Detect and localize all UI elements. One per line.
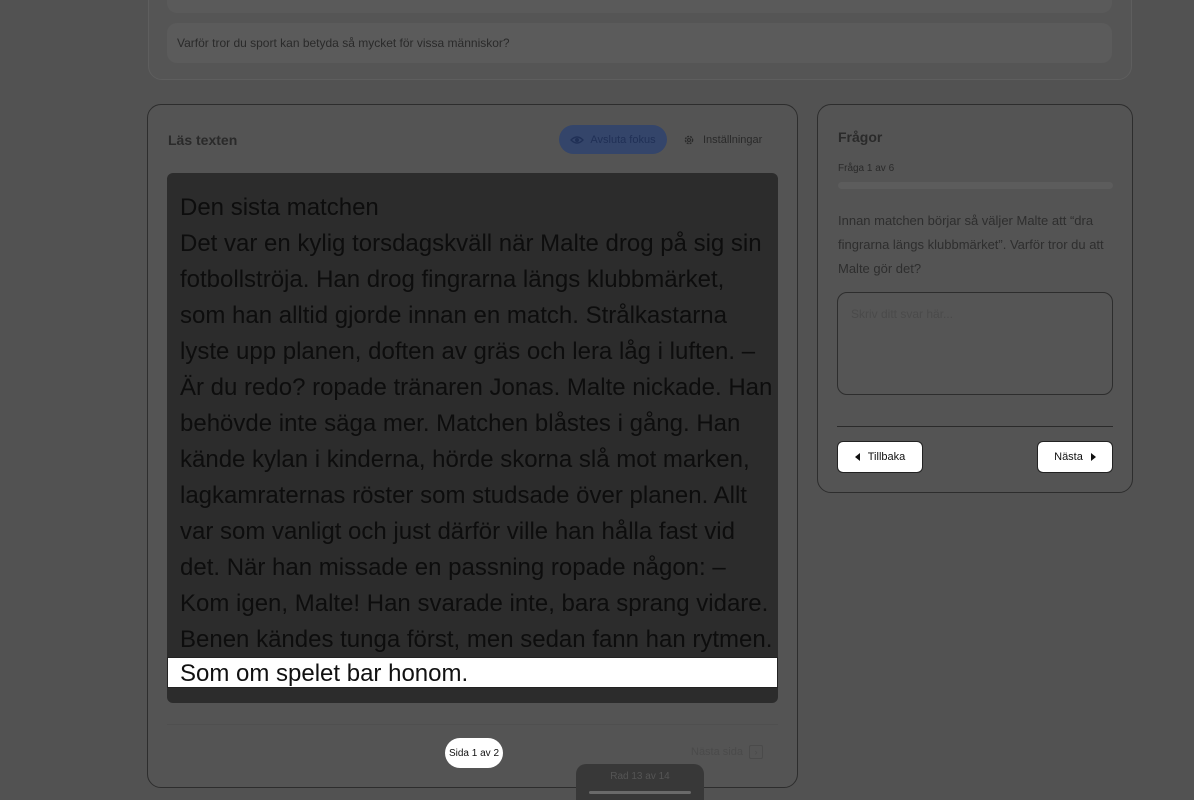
reading-panel: Läs texten Avsluta fokus Inställningar D… <box>147 104 798 788</box>
eye-icon <box>570 135 585 144</box>
text-line: Är du redo? ropade tränaren Jonas. Malte… <box>180 374 773 401</box>
back-button[interactable]: Tillbaka <box>837 441 923 473</box>
panel-divider <box>837 426 1113 427</box>
questions-title: Frågor <box>838 129 883 145</box>
chevron-right-icon <box>1090 453 1096 461</box>
text-line: kände kylan i kinderna, hörde skorna slå… <box>180 446 750 473</box>
text-line: Kom igen, Malte! Han svarade inte, bara … <box>180 590 769 617</box>
text-line: behövde inte säga mer. Matchen blåstes i… <box>180 410 741 437</box>
reading-text-area: Den sista matchen Det var en kylig torsd… <box>167 173 778 703</box>
text-line: det. När han missade en passning ropade … <box>180 554 726 581</box>
text-line: lagkamraternas röster som studsade över … <box>180 482 747 509</box>
reader-title: Läs texten <box>168 132 238 148</box>
gear-icon <box>684 135 694 144</box>
page-indicator: Sida 1 av 2 <box>445 738 503 768</box>
previous-question-text: Varför tror du sport kan betyda så mycke… <box>167 23 1112 63</box>
focused-line-text: Som om spelet bar honom. <box>180 660 469 687</box>
chevron-right-icon: › <box>748 745 763 759</box>
exit-focus-label: Avsluta fokus <box>590 133 656 146</box>
chevron-left-icon <box>854 453 860 461</box>
text-line: Den sista matchen <box>180 194 379 221</box>
text-line: fotbollströja. Han drog fingrarna längs … <box>180 266 725 293</box>
focused-line: Som om spelet bar honom. <box>167 657 778 688</box>
exit-focus-button[interactable]: Avsluta fokus <box>559 125 667 154</box>
reader-divider <box>167 724 778 725</box>
settings-label: Inställningar <box>703 133 763 146</box>
next-button[interactable]: Nästa <box>1037 441 1113 473</box>
questions-panel: Frågor Fråga 1 av 6 Innan matchen börjar… <box>817 104 1133 493</box>
next-page-label: Nästa sida <box>691 746 743 758</box>
drag-handle[interactable] <box>589 791 691 794</box>
text-line: Benen kändes tunga först, men sedan fann… <box>180 626 773 653</box>
back-label: Tillbaka <box>867 451 906 463</box>
answer-input[interactable]: Skriv ditt svar här... <box>837 292 1113 395</box>
next-page-button[interactable]: Nästa sida › <box>691 745 763 759</box>
next-label: Nästa <box>1054 451 1083 463</box>
text-line: lyste upp planen, doften av gräs och ler… <box>180 338 756 365</box>
text-line: var som vanligt och just därför ville ha… <box>180 518 735 545</box>
text-line: Det var en kylig torsdagskväll när Malte… <box>180 230 762 257</box>
question-progress-bar <box>838 182 1113 189</box>
previous-answer-field[interactable] <box>167 0 1112 13</box>
reading-text: Den sista matchen Det var en kylig torsd… <box>180 190 775 658</box>
text-line: som han alltid gjorde innan en match. St… <box>180 302 727 329</box>
bottom-status-pill: Rad 13 av 14 <box>576 764 704 800</box>
settings-button[interactable]: Inställningar <box>683 125 762 154</box>
question-progress-label: Fråga 1 av 6 <box>838 163 895 174</box>
bottom-status-label: Rad 13 av 14 <box>610 771 670 782</box>
question-text: Innan matchen börjar så väljer Malte att… <box>838 213 1104 276</box>
